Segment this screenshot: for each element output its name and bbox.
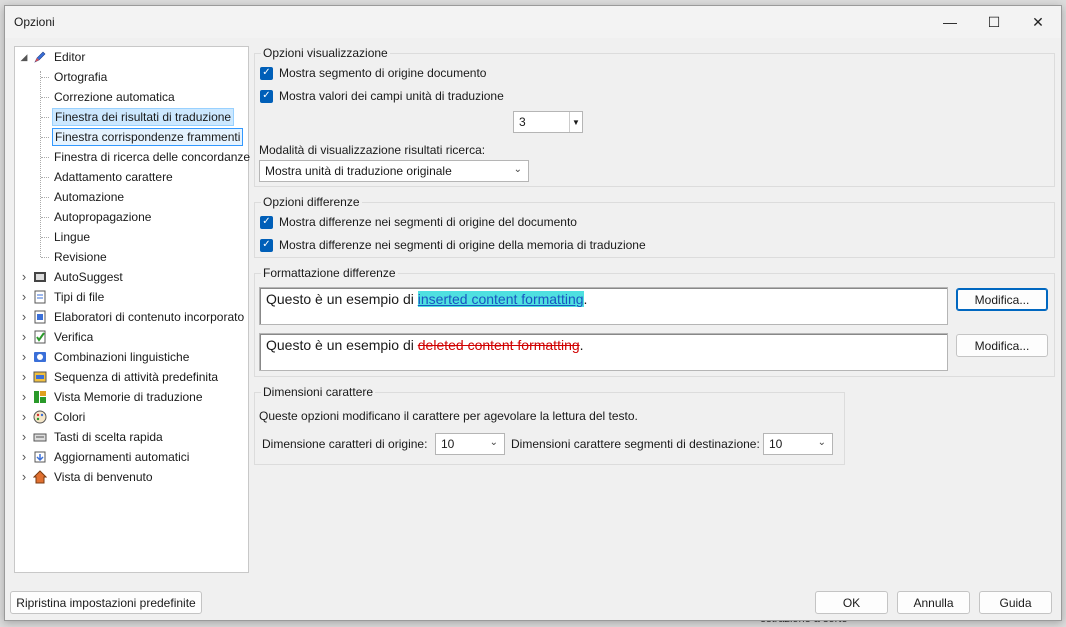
target-font-label: Dimensioni carattere segmenti di destina… (511, 437, 760, 451)
font-size-group (254, 392, 845, 465)
cancel-button[interactable]: Annulla (897, 591, 970, 614)
expand-icon[interactable]: › (19, 309, 29, 324)
expand-icon[interactable]: › (19, 329, 29, 344)
keyboard-icon (33, 430, 47, 444)
dropdown-arrow-icon[interactable]: ▼ (569, 112, 582, 132)
display-options-title: Opzioni visualizzazione (261, 46, 390, 60)
chevron-down-icon: ⌄ (489, 437, 498, 448)
collapse-icon[interactable]: ◢ (19, 52, 29, 63)
tree-item-top[interactable]: › Tasti di scelta rapida (19, 427, 165, 447)
options-tree[interactable]: ◢ Editor Ortografia Correzione automatica… (14, 46, 252, 573)
palette-icon (33, 410, 47, 424)
tree-item-editor[interactable]: ◢ Editor (19, 47, 87, 67)
diff-source-doc-checkbox[interactable]: ✓ Mostra differenze nei segmenti di origi… (260, 215, 577, 229)
home-icon (33, 470, 47, 484)
expand-icon[interactable]: › (19, 409, 29, 424)
inserted-sample: Questo è un esempio di inserted content … (259, 287, 948, 325)
modify-inserted-button[interactable]: Modifica... (956, 288, 1048, 311)
show-field-values-checkbox[interactable]: ✓ Mostra valori dei campi unità di traduz… (260, 89, 504, 103)
embedded-content-icon (33, 310, 47, 324)
tree-item-top[interactable]: › Colori (19, 407, 87, 427)
expand-icon[interactable]: › (19, 429, 29, 444)
checkmark-icon: ✓ (260, 238, 273, 252)
minimize-button[interactable]: — (928, 6, 972, 38)
font-size-description: Queste opzioni modificano il carattere p… (259, 409, 638, 423)
close-icon: ✕ (1032, 13, 1044, 30)
task-sequence-icon (33, 370, 47, 384)
maximize-icon: ☐ (987, 13, 1001, 30)
autosuggest-icon (33, 270, 47, 284)
diff-format-title: Formattazione differenze (261, 266, 398, 280)
title-bar: Opzioni — ☐ ✕ (5, 6, 1061, 38)
tree-item-editor-child[interactable]: Correzione automatica (52, 87, 177, 107)
tree-item-editor-child[interactable]: Ortografia (52, 67, 109, 87)
tm-view-icon (33, 390, 47, 404)
expand-icon[interactable]: › (19, 389, 29, 404)
maximize-button[interactable]: ☐ (972, 6, 1016, 38)
pencil-icon (33, 50, 47, 64)
file-types-icon (33, 290, 47, 304)
tree-item-editor-child[interactable]: Finestra corrispondenze frammenti (52, 127, 244, 147)
options-dialog: Opzioni — ☐ ✕ ◢ Editor Ortografia Correzi… (4, 5, 1062, 621)
verification-icon (33, 330, 47, 344)
language-pairs-icon (33, 350, 47, 364)
tree-item-editor-child[interactable]: Revisione (52, 247, 109, 267)
help-button[interactable]: Guida (979, 591, 1052, 614)
modify-deleted-button[interactable]: Modifica... (956, 334, 1048, 357)
checkmark-icon: ✓ (260, 89, 273, 103)
tree-item-top[interactable]: › Verifica (19, 327, 95, 347)
tree-item-editor-child[interactable]: Adattamento carattere (52, 167, 175, 187)
tree-item-top[interactable]: › Aggiornamenti automatici (19, 447, 191, 467)
diff-source-tm-checkbox[interactable]: ✓ Mostra differenze nei segmenti di origi… (260, 238, 646, 252)
tree-item-editor-child[interactable]: Finestra di ricerca delle concordanze (52, 147, 252, 167)
expand-icon[interactable]: › (19, 349, 29, 364)
tree-item-top[interactable]: › Combinazioni linguistiche (19, 347, 191, 367)
search-mode-label: Modalità di visualizzazione risultati ri… (259, 143, 486, 157)
search-mode-select[interactable]: Mostra unità di traduzione originale ⌄ (259, 160, 529, 182)
chevron-down-icon: ⌄ (817, 437, 826, 448)
tree-item-editor-child[interactable]: Automazione (52, 187, 126, 207)
tree-item-editor-child[interactable]: Lingue (52, 227, 92, 247)
font-size-title: Dimensioni carattere (261, 385, 376, 399)
expand-icon[interactable]: › (19, 269, 29, 284)
chevron-down-icon: ⌄ (513, 164, 522, 175)
reset-defaults-button[interactable]: Ripristina impostazioni predefinite (10, 591, 202, 614)
expand-icon[interactable]: › (19, 449, 29, 464)
expand-icon[interactable]: › (19, 289, 29, 304)
tree-item-editor-child[interactable]: Autopropagazione (52, 207, 153, 227)
tree-item-top[interactable]: › AutoSuggest (19, 267, 125, 287)
expand-icon[interactable]: › (19, 369, 29, 384)
tree-item-editor-child[interactable]: Finestra dei risultati di traduzione (52, 107, 235, 127)
close-button[interactable]: ✕ (1016, 6, 1060, 38)
source-font-select[interactable]: 10 ⌄ (435, 433, 505, 455)
updates-icon (33, 450, 47, 464)
tree-item-top[interactable]: › Tipi di file (19, 287, 106, 307)
tree-item-top[interactable]: › Sequenza di attività predefinita (19, 367, 220, 387)
show-source-checkbox[interactable]: ✓ Mostra segmento di origine documento (260, 66, 486, 80)
checkmark-icon: ✓ (260, 215, 273, 229)
deleted-sample: Questo è un esempio di deleted content f… (259, 333, 948, 371)
dialog-title: Opzioni (14, 15, 55, 29)
checkmark-icon: ✓ (260, 66, 273, 80)
tree-item-top[interactable]: › Vista di benvenuto (19, 467, 155, 487)
minimize-icon: — (943, 14, 957, 30)
field-values-spinner[interactable]: 3 ▼ (513, 111, 583, 133)
tree-item-top[interactable]: › Vista Memorie di traduzione (19, 387, 205, 407)
expand-icon[interactable]: › (19, 469, 29, 484)
diff-options-title: Opzioni differenze (261, 195, 362, 209)
tree-item-top[interactable]: › Elaboratori di contenuto incorporato (19, 307, 246, 327)
ok-button[interactable]: OK (815, 591, 888, 614)
target-font-select[interactable]: 10 ⌄ (763, 433, 833, 455)
source-font-label: Dimensione caratteri di origine: (262, 437, 428, 451)
